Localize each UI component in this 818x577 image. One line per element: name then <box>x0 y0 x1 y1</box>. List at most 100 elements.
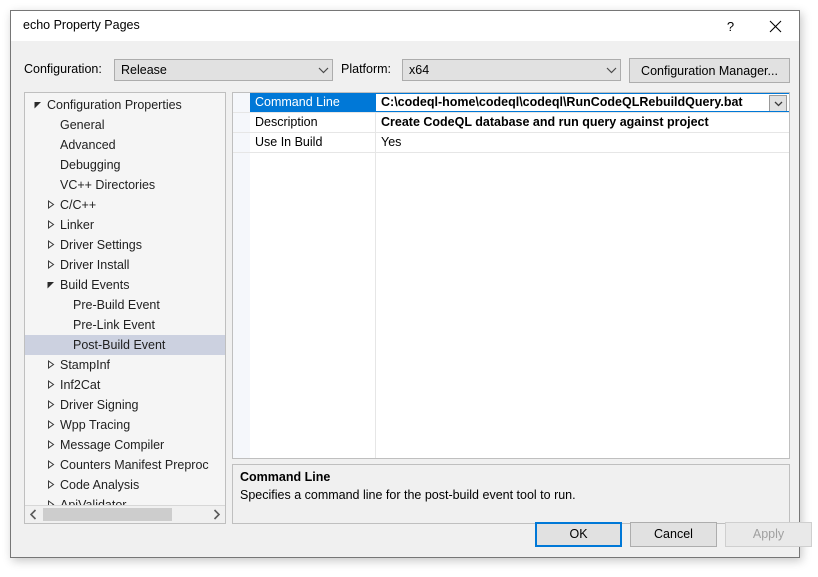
property-row[interactable]: Description Create CodeQL database and ru… <box>233 113 789 133</box>
close-icon <box>769 20 782 33</box>
configuration-tree[interactable]: Configuration Properties General Advanced D… <box>25 95 225 505</box>
scrollbar-thumb[interactable] <box>43 508 172 521</box>
close-button[interactable] <box>753 11 798 41</box>
tree-item[interactable]: Wpp Tracing <box>25 415 225 435</box>
tree-item[interactable]: StampInf <box>25 355 225 375</box>
expander-expanded-icon[interactable] <box>30 95 44 115</box>
chevron-down-icon <box>314 67 332 74</box>
expander-collapsed-icon[interactable] <box>43 375 57 395</box>
chevron-left-icon[interactable] <box>25 506 42 523</box>
expander-collapsed-icon[interactable] <box>43 415 57 435</box>
tree-item[interactable]: Advanced <box>25 135 225 155</box>
platform-combobox[interactable]: x64 <box>402 59 621 81</box>
configuration-manager-button[interactable]: Configuration Manager... <box>629 58 790 83</box>
tree-item-label: Advanced <box>60 138 116 152</box>
expander-collapsed-icon[interactable] <box>43 235 57 255</box>
property-value-text: C:\codeql-home\codeql\codeql\RunCodeQLRe… <box>381 95 743 109</box>
expander-collapsed-icon[interactable] <box>43 395 57 415</box>
tree-item-label: Pre-Link Event <box>73 318 155 332</box>
tree-item-label: C/C++ <box>60 198 96 212</box>
tree-item[interactable]: C/C++ <box>25 195 225 215</box>
tree-item[interactable]: Inf2Cat <box>25 375 225 395</box>
tree-item[interactable]: Pre-Link Event <box>25 315 225 335</box>
tree-item-label: Pre-Build Event <box>73 298 160 312</box>
tree-item[interactable]: VC++ Directories <box>25 175 225 195</box>
title-bar: echo Property Pages ? <box>11 11 799 41</box>
tree-item-label: Debugging <box>60 158 120 172</box>
property-value[interactable]: Create CodeQL database and run query aga… <box>376 113 789 132</box>
property-name: Use In Build <box>250 133 376 152</box>
tree-item[interactable]: Driver Signing <box>25 395 225 415</box>
chevron-down-icon <box>602 67 620 74</box>
property-value[interactable]: C:\codeql-home\codeql\codeql\RunCodeQLRe… <box>376 93 789 112</box>
expander-collapsed-icon[interactable] <box>43 495 57 505</box>
configuration-toolbar: Configuration: Release Platform: x64 <box>11 41 799 87</box>
cancel-button[interactable]: Cancel <box>630 522 717 547</box>
expander-collapsed-icon[interactable] <box>43 455 57 475</box>
tree-item[interactable]: Linker <box>25 215 225 235</box>
tree-item-label: General <box>60 118 104 132</box>
tree-item[interactable]: Debugging <box>25 155 225 175</box>
tree-item-label: Configuration Properties <box>47 98 182 112</box>
tree-item-label: Wpp Tracing <box>60 418 130 432</box>
tree-item[interactable]: Driver Settings <box>25 235 225 255</box>
tree-item-label: StampInf <box>60 358 110 372</box>
chevron-down-icon <box>774 101 783 107</box>
question-mark-icon: ? <box>727 19 734 34</box>
tree-item[interactable]: Build Events <box>25 275 225 295</box>
property-name: Description <box>250 113 376 132</box>
expander-collapsed-icon[interactable] <box>43 475 57 495</box>
expander-collapsed-icon[interactable] <box>43 355 57 375</box>
tree-item[interactable]: Counters Manifest Preproc <box>25 455 225 475</box>
property-name: Command Line <box>250 93 376 112</box>
property-value-dropdown-button[interactable] <box>769 95 787 112</box>
configuration-label: Configuration: <box>24 62 102 76</box>
property-pages-dialog: echo Property Pages ? Configuration: Rel… <box>10 10 800 558</box>
tree-item[interactable]: Driver Install <box>25 255 225 275</box>
tree-item[interactable]: Configuration Properties <box>25 95 225 115</box>
description-title: Command Line <box>240 470 330 484</box>
property-grid[interactable]: Command Line C:\codeql-home\codeql\codeql… <box>232 92 790 459</box>
tree-item-label: Inf2Cat <box>60 378 100 392</box>
property-value[interactable]: Yes <box>376 133 789 152</box>
tree-item-label: Driver Install <box>60 258 129 272</box>
tree-item-label: Code Analysis <box>60 478 139 492</box>
platform-value: x64 <box>403 63 602 77</box>
property-value-text: Create CodeQL database and run query aga… <box>381 115 709 129</box>
configuration-tree-panel: Configuration Properties General Advanced D… <box>24 92 226 524</box>
tree-item[interactable]: Code Analysis <box>25 475 225 495</box>
apply-button[interactable]: Apply <box>725 522 812 547</box>
description-panel: Command Line Specifies a command line fo… <box>232 464 790 524</box>
tree-item-label: Build Events <box>60 278 129 292</box>
screenshot-root: echo Property Pages ? Configuration: Rel… <box>0 0 818 577</box>
tree-item-label: ApiValidator <box>60 498 126 505</box>
expander-expanded-icon[interactable] <box>43 275 57 295</box>
platform-label: Platform: <box>341 62 391 76</box>
property-row[interactable]: Use In Build Yes <box>233 133 789 153</box>
configuration-value: Release <box>115 63 314 77</box>
tree-item[interactable]: ApiValidator <box>25 495 225 505</box>
expander-collapsed-icon[interactable] <box>43 435 57 455</box>
tree-item-label: Message Compiler <box>60 438 164 452</box>
expander-collapsed-icon[interactable] <box>43 195 57 215</box>
tree-item-label: Linker <box>60 218 94 232</box>
property-value-text: Yes <box>381 135 401 149</box>
help-button[interactable]: ? <box>708 11 753 41</box>
tree-item[interactable]: Message Compiler <box>25 435 225 455</box>
property-row[interactable]: Command Line C:\codeql-home\codeql\codeql… <box>233 93 789 113</box>
tree-item[interactable]: Pre-Build Event <box>25 295 225 315</box>
tree-item-label: Driver Settings <box>60 238 142 252</box>
ok-button[interactable]: OK <box>535 522 622 547</box>
configuration-combobox[interactable]: Release <box>114 59 333 81</box>
tree-item[interactable]: Post-Build Event <box>25 335 225 355</box>
expander-collapsed-icon[interactable] <box>43 215 57 235</box>
description-text: Specifies a command line for the post-bu… <box>240 488 783 502</box>
chevron-right-icon[interactable] <box>208 506 225 523</box>
window-title: echo Property Pages <box>23 18 140 32</box>
expander-collapsed-icon[interactable] <box>43 255 57 275</box>
tree-item-label: Counters Manifest Preproc <box>60 458 209 472</box>
tree-item-label: Post-Build Event <box>73 338 165 352</box>
tree-horizontal-scrollbar[interactable] <box>25 505 225 523</box>
tree-item[interactable]: General <box>25 115 225 135</box>
tree-item-label: Driver Signing <box>60 398 139 412</box>
